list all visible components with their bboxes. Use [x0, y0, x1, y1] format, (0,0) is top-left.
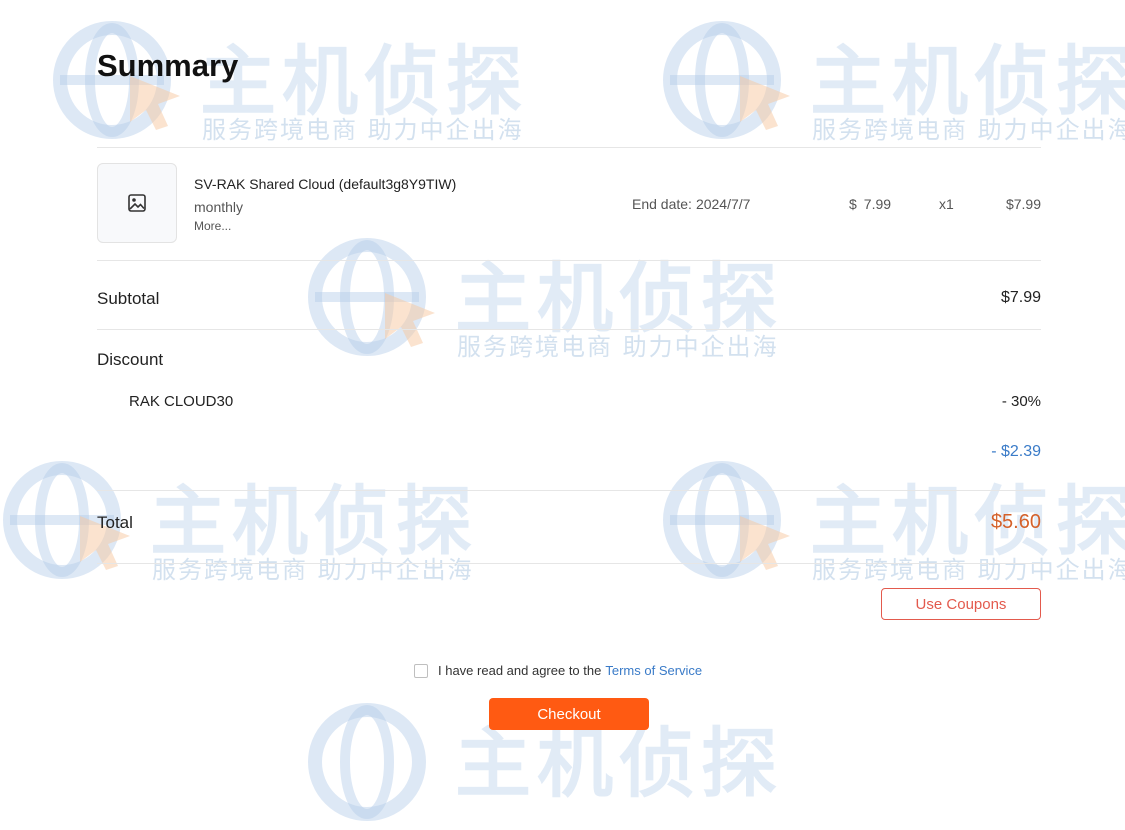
discount-amount: - $2.39	[991, 443, 1041, 460]
image-placeholder-icon	[128, 194, 146, 212]
use-coupons-button[interactable]: Use Coupons	[881, 588, 1041, 620]
unit-price-value: 7.99	[863, 196, 892, 212]
divider	[97, 329, 1041, 330]
checkout-button[interactable]: Checkout	[489, 698, 649, 730]
subtotal-value: $7.99	[1000, 289, 1041, 306]
line-total: $7.99	[1005, 196, 1041, 212]
total-label: Total	[97, 513, 133, 532]
quantity: x1	[939, 196, 954, 212]
terms-agreement: I have read and agree to the Terms of Se…	[414, 663, 702, 678]
page-title: Summary	[97, 48, 239, 83]
subtotal-label: Subtotal	[97, 289, 160, 308]
billing-cycle: monthly	[194, 199, 244, 215]
currency-symbol: $	[849, 196, 857, 212]
end-date-label: End date:	[632, 196, 692, 212]
end-date-value: 2024/7/7	[695, 196, 751, 212]
divider	[97, 563, 1041, 564]
end-date: End date: 2024/7/7	[632, 196, 750, 212]
divider	[97, 490, 1041, 491]
more-link[interactable]: More...	[194, 219, 231, 233]
agree-text: I have read and agree to the	[438, 663, 602, 678]
coupon-code: RAK CLOUD30	[129, 393, 234, 410]
divider	[97, 147, 1041, 148]
agree-checkbox[interactable]	[414, 663, 428, 678]
terms-of-service-link[interactable]: Terms of Service	[605, 663, 702, 678]
total-value: $5.60	[990, 511, 1041, 533]
divider	[97, 260, 1041, 261]
unit-price: $7.99	[849, 196, 891, 212]
product-thumbnail	[97, 163, 177, 243]
order-summary: Summary SV-RAK Shared Cloud (default3g8Y…	[0, 0, 1125, 753]
product-name: SV-RAK Shared Cloud (default3g8Y9TIW)	[194, 176, 457, 192]
discount-label: Discount	[97, 350, 164, 369]
coupon-percent: - 30%	[1001, 393, 1041, 410]
